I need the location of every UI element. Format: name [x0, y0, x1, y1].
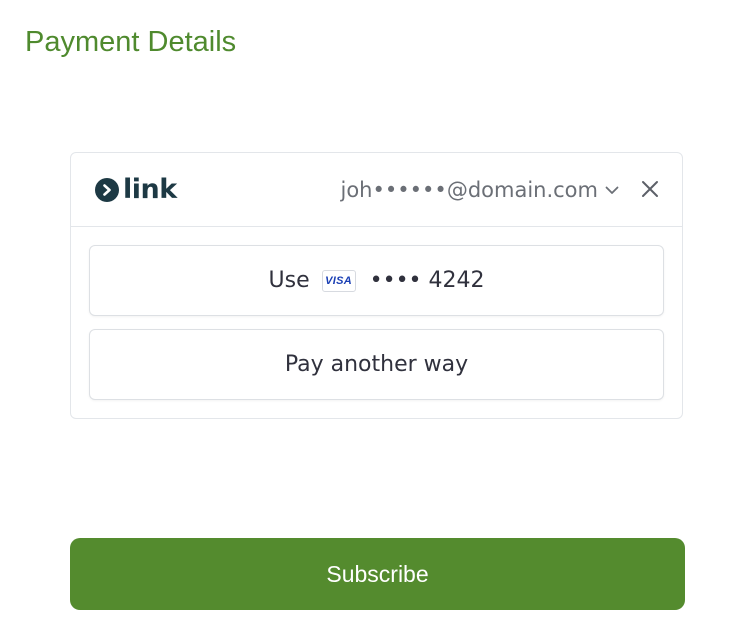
link-logo: link	[95, 174, 177, 205]
link-logo-text: link	[123, 174, 177, 205]
use-label: Use	[268, 268, 310, 293]
chevron-down-icon	[604, 182, 620, 198]
visa-card-icon: VISA	[321, 269, 356, 292]
subscribe-button[interactable]: Subscribe	[70, 538, 685, 610]
close-icon[interactable]	[640, 179, 660, 199]
link-header: link joh••••••@domain.com	[71, 153, 682, 227]
masked-card-number: •••• 4242	[369, 268, 485, 293]
account-email-dropdown[interactable]: joh••••••@domain.com	[341, 178, 621, 202]
pay-another-way-button[interactable]: Pay another way	[89, 329, 664, 400]
link-payment-panel: link joh••••••@domain.com Use VISA •••• …	[70, 152, 683, 419]
account-email: joh••••••@domain.com	[340, 178, 599, 202]
link-arrow-icon	[95, 178, 119, 202]
subscribe-label: Subscribe	[326, 560, 429, 587]
pay-another-way-label: Pay another way	[284, 352, 469, 377]
page-title: Payment Details	[25, 26, 237, 58]
use-saved-card-button[interactable]: Use VISA •••• 4242	[89, 245, 664, 316]
